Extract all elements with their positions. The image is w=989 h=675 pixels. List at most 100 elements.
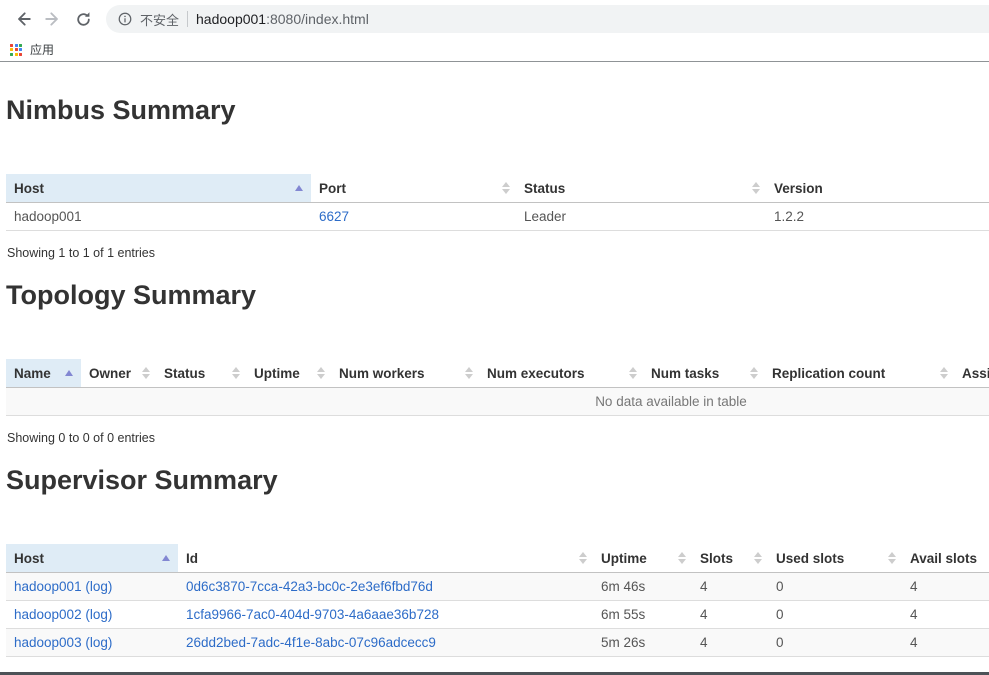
info-icon	[118, 12, 132, 26]
supervisor-host-cell: hadoop003 (log)	[6, 629, 178, 657]
column-header-slots[interactable]: Slots	[692, 544, 768, 573]
supervisor-slots-cell: 4	[692, 629, 768, 657]
nimbus-status-cell: Leader	[516, 203, 766, 231]
supervisor-uptime-cell: 6m 46s	[593, 573, 692, 601]
nimbus-host-cell: hadoop001	[6, 203, 311, 231]
column-header-status[interactable]: Status	[156, 359, 246, 388]
supervisor-id-cell: 26dd2bed-7adc-4f1e-8abc-07c96adcecc9	[178, 629, 593, 657]
sort-icon	[232, 367, 240, 379]
security-label[interactable]: 不安全	[140, 10, 179, 29]
column-label: Owner	[89, 366, 131, 381]
sort-ascending-icon	[162, 555, 170, 561]
column-label: Host	[14, 181, 44, 196]
supervisor-id-link[interactable]: 1cfa9966-7ac0-404d-9703-4a6aae36b728	[186, 607, 439, 622]
url-path: :8080/index.html	[266, 11, 369, 27]
supervisor-used-slots-cell: 0	[768, 573, 902, 601]
column-label: Host	[14, 551, 44, 566]
column-label: Num executors	[487, 366, 585, 381]
supervisor-host-link[interactable]: hadoop003 (log)	[14, 635, 112, 650]
supervisor-avail-slots-cell: 4	[902, 629, 989, 657]
column-header-host[interactable]: Host	[6, 544, 178, 573]
column-header-num-workers[interactable]: Num workers	[331, 359, 479, 388]
column-label: Name	[14, 366, 51, 381]
reload-button[interactable]	[68, 4, 98, 34]
topology-table-info: Showing 0 to 0 of 0 entries	[7, 431, 989, 445]
browser-toolbar: 不安全 hadoop001:8080/index.html	[0, 0, 989, 38]
back-arrow-icon	[14, 10, 32, 28]
column-label: Num tasks	[651, 366, 719, 381]
column-header-assigned-mem[interactable]: Assigned Mem (MB)	[954, 359, 989, 388]
sort-ascending-icon	[295, 185, 303, 191]
column-header-num-tasks[interactable]: Num tasks	[643, 359, 764, 388]
address-bar[interactable]: 不安全 hadoop001:8080/index.html	[106, 5, 989, 33]
supervisor-host-cell: hadoop001 (log)	[6, 573, 178, 601]
table-row: hadoop001 6627 Leader 1.2.2	[6, 203, 989, 231]
column-label: Version	[774, 181, 823, 196]
column-label: Status	[164, 366, 205, 381]
column-header-owner[interactable]: Owner	[81, 359, 156, 388]
supervisor-uptime-cell: 5m 26s	[593, 629, 692, 657]
supervisor-id-link[interactable]: 0d6c3870-7cca-42a3-bc0c-2e3ef6fbd76d	[186, 579, 433, 594]
column-header-num-executors[interactable]: Num executors	[479, 359, 643, 388]
column-label: Used slots	[776, 551, 844, 566]
sort-ascending-icon	[65, 370, 73, 376]
sort-icon	[502, 182, 510, 194]
sort-icon	[754, 552, 762, 564]
supervisor-summary-title: Supervisor Summary	[6, 465, 989, 496]
omnibox-separator	[187, 11, 188, 27]
supervisor-id-link[interactable]: 26dd2bed-7adc-4f1e-8abc-07c96adcecc9	[186, 635, 436, 650]
nimbus-header-row: Host Port Status Version	[6, 174, 989, 203]
column-label: Assigned Mem (MB)	[962, 366, 989, 381]
column-label: Num workers	[339, 366, 425, 381]
sort-icon	[888, 552, 896, 564]
topology-summary-table: Name Owner Status Uptime Num workers Num…	[6, 359, 989, 416]
supervisor-avail-slots-cell: 4	[902, 573, 989, 601]
column-header-status[interactable]: Status	[516, 174, 766, 203]
table-row: hadoop002 (log) 1cfa9966-7ac0-404d-9703-…	[6, 601, 989, 629]
column-label: Slots	[700, 551, 733, 566]
nimbus-port-link[interactable]: 6627	[319, 209, 349, 224]
column-header-name[interactable]: Name	[6, 359, 81, 388]
column-label: Id	[186, 551, 198, 566]
supervisor-host-link[interactable]: hadoop001 (log)	[14, 579, 112, 594]
sort-icon	[579, 552, 587, 564]
column-header-version[interactable]: Version	[766, 174, 989, 203]
nimbus-version-cell: 1.2.2	[766, 203, 989, 231]
column-header-uptime[interactable]: Uptime	[246, 359, 331, 388]
supervisor-header-row: Host Id Uptime Slots Used slots Avail sl…	[6, 544, 989, 573]
supervisor-used-slots-cell: 0	[768, 601, 902, 629]
column-header-replication-count[interactable]: Replication count	[764, 359, 954, 388]
reload-icon	[75, 11, 92, 28]
nimbus-table-info: Showing 1 to 1 of 1 entries	[7, 246, 989, 260]
column-label: Uptime	[254, 366, 300, 381]
sort-icon	[940, 367, 948, 379]
supervisor-id-cell: 0d6c3870-7cca-42a3-bc0c-2e3ef6fbd76d	[178, 573, 593, 601]
forward-button[interactable]	[38, 4, 68, 34]
bookmarks-bar: 应用	[0, 38, 989, 62]
nimbus-summary-table: Host Port Status Version hadoop001 6627 …	[6, 174, 989, 231]
bookmark-apps-label[interactable]: 应用	[30, 41, 54, 58]
column-header-avail-slots[interactable]: Avail slots	[902, 544, 989, 573]
storm-ui-page: Nimbus Summary Host Port Status Version …	[0, 95, 989, 657]
column-header-port[interactable]: Port	[311, 174, 516, 203]
column-header-id[interactable]: Id	[178, 544, 593, 573]
supervisor-host-cell: hadoop002 (log)	[6, 601, 178, 629]
back-button[interactable]	[8, 4, 38, 34]
topology-table-viewport: Name Owner Status Uptime Num workers Num…	[6, 359, 989, 416]
url-host: hadoop001	[196, 11, 266, 27]
supervisor-avail-slots-cell: 4	[902, 601, 989, 629]
sort-icon	[465, 367, 473, 379]
supervisor-used-slots-cell: 0	[768, 629, 902, 657]
apps-grid-icon[interactable]	[10, 44, 22, 56]
topology-header-row: Name Owner Status Uptime Num workers Num…	[6, 359, 989, 388]
column-header-host[interactable]: Host	[6, 174, 311, 203]
column-header-uptime[interactable]: Uptime	[593, 544, 692, 573]
sort-icon	[142, 367, 150, 379]
nimbus-port-cell: 6627	[311, 203, 516, 231]
sort-icon	[317, 367, 325, 379]
sort-icon	[678, 552, 686, 564]
table-row: hadoop001 (log) 0d6c3870-7cca-42a3-bc0c-…	[6, 573, 989, 601]
column-header-used-slots[interactable]: Used slots	[768, 544, 902, 573]
column-label: Uptime	[601, 551, 647, 566]
supervisor-host-link[interactable]: hadoop002 (log)	[14, 607, 112, 622]
